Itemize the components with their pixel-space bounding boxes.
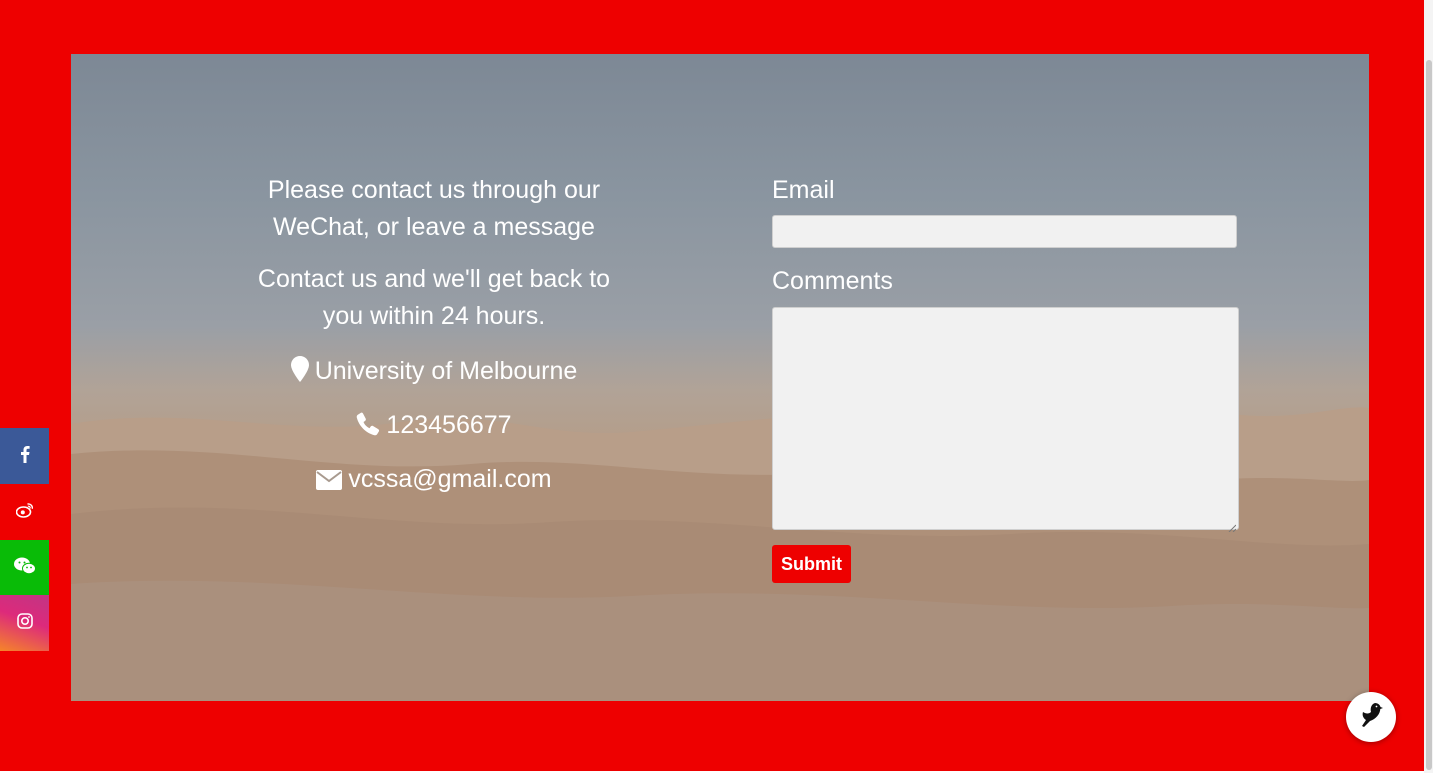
phone-icon [356, 412, 380, 443]
phone-line: 123456677 [251, 410, 617, 443]
map-marker-icon [290, 356, 309, 389]
comments-label: Comments [772, 267, 893, 295]
location-text: University of Melbourne [314, 357, 578, 385]
phone-text: 123456677 [386, 411, 512, 439]
wechat-icon [13, 557, 36, 580]
contact-info: Please contact us through our WeChat, or… [251, 172, 617, 497]
submit-button[interactable]: Submit [772, 545, 851, 583]
email-field[interactable] [772, 215, 1237, 248]
contact-intro: Please contact us through our WeChat, or… [267, 176, 601, 241]
envelope-icon [316, 467, 343, 497]
email-text[interactable]: vcssa@gmail.com [348, 465, 551, 493]
facebook-icon [20, 445, 30, 468]
resize-handle-icon[interactable] [1228, 519, 1237, 533]
response-time-note: Contact us and we'll get back to you wit… [257, 265, 611, 330]
instagram-share-button[interactable] [0, 595, 49, 651]
email-label: Email [772, 176, 835, 204]
facebook-share-button[interactable] [0, 428, 49, 484]
weibo-share-button[interactable] [0, 484, 49, 540]
location-line: University of Melbourne [251, 356, 617, 389]
weibo-icon [15, 502, 34, 523]
chat-widget-button[interactable] [1346, 692, 1396, 742]
contact-section: Please contact us through our WeChat, or… [71, 54, 1369, 701]
email-line: vcssa@gmail.com [251, 464, 617, 497]
wechat-share-button[interactable] [0, 540, 49, 596]
scrollbar-thumb[interactable] [1426, 60, 1432, 770]
comments-textarea[interactable] [772, 307, 1239, 533]
contact-form: Email Comments Submit [772, 175, 1240, 583]
bird-logo-icon [1358, 701, 1384, 734]
instagram-icon [16, 612, 33, 634]
